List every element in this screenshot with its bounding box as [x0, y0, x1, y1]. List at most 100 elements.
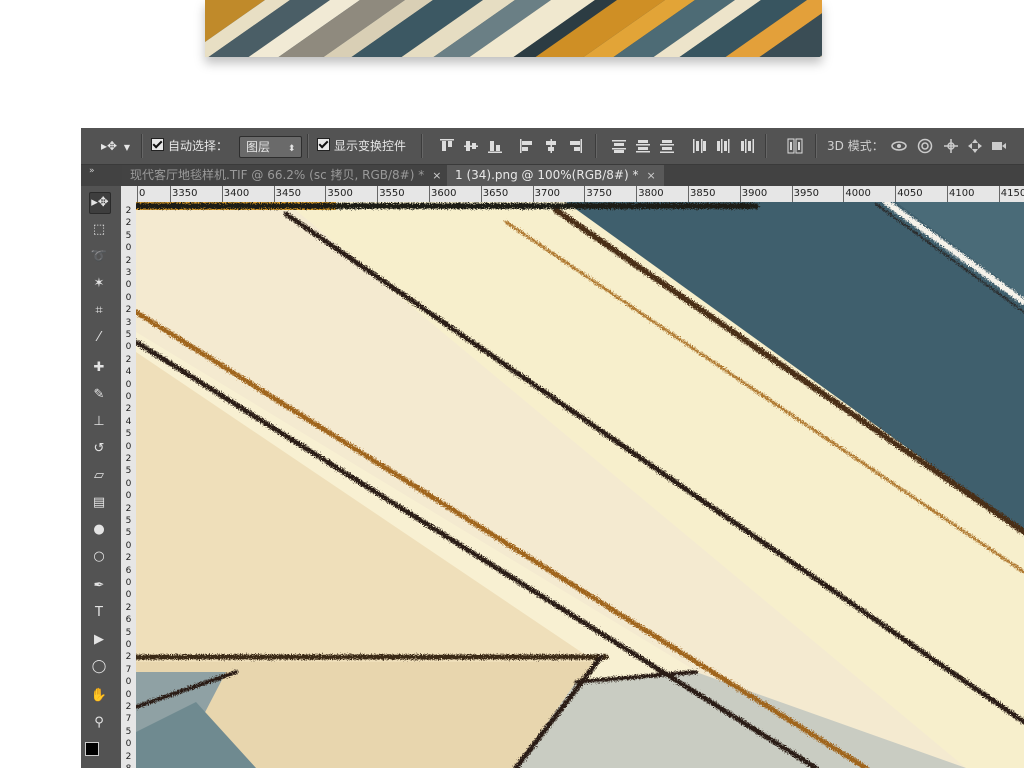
- ruler-label: 2: [125, 404, 132, 415]
- align-bottom-edges-icon[interactable]: [487, 138, 503, 154]
- ruler-tick: [688, 186, 689, 202]
- brush-tool-icon[interactable]: ✎: [89, 385, 109, 405]
- distribute-left-icon[interactable]: [691, 138, 707, 154]
- align-right-edges-icon[interactable]: [567, 138, 583, 154]
- options-bar: ▸✥ ▼ 自动选择： 图层 ⬍ 显示变换控件 3D 模式：: [81, 128, 1024, 165]
- ruler-label: 0: [125, 392, 132, 402]
- foreground-color-swatch[interactable]: [85, 742, 99, 756]
- type-tool-icon[interactable]: T: [89, 603, 109, 623]
- ruler-label: 3600: [431, 188, 457, 199]
- checkbox-checked-icon: [317, 138, 330, 151]
- ruler-label: 4150: [1000, 188, 1024, 199]
- horizontal-ruler[interactable]: 0 3350 3400 3450 3500 3550 3600 3650 3700 3750 380…: [136, 186, 1024, 203]
- ruler-label: 8: [124, 764, 133, 768]
- 3d-scale-camera-icon[interactable]: [991, 138, 1007, 154]
- vertical-ruler[interactable]: 2250230023502400245025002550260026502700…: [121, 202, 137, 768]
- align-top-edges-icon[interactable]: [439, 138, 455, 154]
- ruler-label: 0: [125, 689, 132, 700]
- ruler-label: 0: [125, 590, 132, 601]
- ruler-label: 4: [125, 416, 132, 427]
- history-brush-tool-icon[interactable]: ↺: [89, 439, 109, 459]
- 3d-orbit-icon[interactable]: [891, 138, 907, 154]
- ruler-tick: [137, 186, 138, 202]
- ruler-label: 2: [125, 218, 132, 229]
- 3d-pan-icon[interactable]: [943, 138, 959, 154]
- ruler-tick: [791, 186, 793, 202]
- tab-label: 现代客厅地毯样机.TIF @ 66.2% (sc 拷贝, RGB/8#) *: [130, 168, 425, 182]
- ruler-label: 3750: [586, 188, 612, 199]
- blur-tool-icon[interactable]: ●: [89, 520, 109, 540]
- ruler-tick: [170, 186, 171, 202]
- gradient-tool-icon[interactable]: ▤: [89, 493, 109, 513]
- ruler-label: 0: [125, 280, 132, 291]
- document-canvas[interactable]: [136, 202, 1024, 768]
- align-left-edges-icon[interactable]: [519, 138, 535, 154]
- hand-tool-icon[interactable]: ✋: [89, 686, 109, 706]
- separator: [421, 134, 423, 158]
- magic-wand-tool-icon[interactable]: ✶: [89, 274, 109, 294]
- ruler-label: 0: [125, 478, 132, 489]
- 3d-slide-icon[interactable]: [967, 138, 983, 154]
- ruler-tick: [532, 186, 534, 202]
- show-transform-controls-checkbox[interactable]: 显示变换控件: [317, 136, 406, 156]
- align-vertical-centers-icon[interactable]: [463, 138, 479, 154]
- pen-tool-icon[interactable]: ✒: [89, 576, 109, 596]
- distribute-top-icon[interactable]: [611, 138, 627, 154]
- ruler-label: 3550: [379, 188, 405, 199]
- move-tool-icon[interactable]: ▸✥: [89, 192, 111, 214]
- distribute-horizontal-centers-icon[interactable]: [715, 138, 731, 154]
- healing-brush-tool-icon[interactable]: ✚: [89, 358, 109, 378]
- ruler-label: 5: [125, 466, 132, 477]
- separator: [307, 134, 309, 158]
- lasso-tool-icon[interactable]: ➰: [89, 247, 109, 267]
- shape-tool-icon[interactable]: ◯: [89, 657, 109, 677]
- distribute-vertical-centers-icon[interactable]: [635, 138, 651, 154]
- ruler-label: 2: [125, 354, 132, 365]
- ruler-tick: [739, 186, 741, 202]
- ruler-label: 2: [125, 206, 132, 216]
- ruler-tick: [429, 186, 430, 202]
- tab-document-tif[interactable]: 现代客厅地毯样机.TIF @ 66.2% (sc 拷贝, RGB/8#) * ×: [122, 165, 450, 186]
- close-icon[interactable]: ×: [432, 169, 441, 182]
- distribute-right-icon[interactable]: [739, 138, 755, 154]
- move-tool-icon: ▸✥: [101, 139, 118, 153]
- photoshop-window: ▸✥ ▼ 自动选择： 图层 ⬍ 显示变换控件 3D 模式： » 现代客厅地毯样机…: [81, 128, 1024, 768]
- dropdown-arrows-icon: ⬍: [287, 144, 296, 154]
- ruler-label: 5: [125, 230, 132, 241]
- ruler-label: 2: [125, 652, 132, 663]
- tab-document-png[interactable]: 1 (34).png @ 100%(RGB/8#) * ×: [447, 165, 664, 186]
- marquee-tool-icon[interactable]: ⬚: [89, 220, 109, 240]
- stamp-tool-icon[interactable]: ⊥: [89, 412, 109, 432]
- path-selection-tool-icon[interactable]: ▶: [89, 630, 109, 650]
- auto-select-checkbox[interactable]: 自动选择：: [151, 136, 228, 156]
- close-icon[interactable]: ×: [646, 169, 655, 182]
- move-tool-preset[interactable]: ▸✥ ▼: [101, 136, 130, 156]
- distribute-bottom-icon[interactable]: [659, 138, 675, 154]
- ruler-label: 0: [125, 540, 132, 551]
- separator: [765, 134, 767, 158]
- dodge-tool-icon[interactable]: ○: [89, 547, 109, 567]
- auto-select-label: 自动选择：: [168, 139, 229, 153]
- ruler-label: 0: [125, 677, 132, 688]
- 3d-roll-icon[interactable]: [917, 138, 933, 154]
- ruler-label: 4050: [897, 188, 923, 199]
- zoom-tool-icon[interactable]: ⚲: [89, 713, 109, 733]
- ruler-label: 4100: [949, 188, 975, 199]
- panel-collapse-icon[interactable]: »: [81, 165, 121, 186]
- chevron-down-icon: ▼: [123, 143, 131, 152]
- auto-align-layers-icon[interactable]: [787, 138, 803, 154]
- document-preview-image: [205, 0, 822, 57]
- eyedropper-tool-icon[interactable]: ⁄: [89, 328, 109, 348]
- auto-select-target-dropdown[interactable]: 图层 ⬍: [239, 136, 303, 158]
- ruler-label: 0: [125, 292, 132, 303]
- tools-panel: ▸✥ ⬚ ➰ ✶ ⌗ ⁄ ✚ ✎ ⊥ ↺ ▱ ▤ ● ○ ✒ T ▶ ◯ ✋ ⚲: [81, 186, 122, 768]
- eraser-tool-icon[interactable]: ▱: [89, 466, 109, 486]
- ruler-label: 3900: [741, 188, 768, 199]
- align-horizontal-centers-icon[interactable]: [543, 138, 559, 154]
- ruler-label: 5: [125, 516, 132, 526]
- ruler-label: 3800: [638, 188, 664, 199]
- crop-tool-icon[interactable]: ⌗: [89, 301, 109, 321]
- ruler-tick: [377, 186, 379, 202]
- ruler-label: 7: [125, 664, 132, 675]
- ruler-origin[interactable]: [121, 186, 137, 203]
